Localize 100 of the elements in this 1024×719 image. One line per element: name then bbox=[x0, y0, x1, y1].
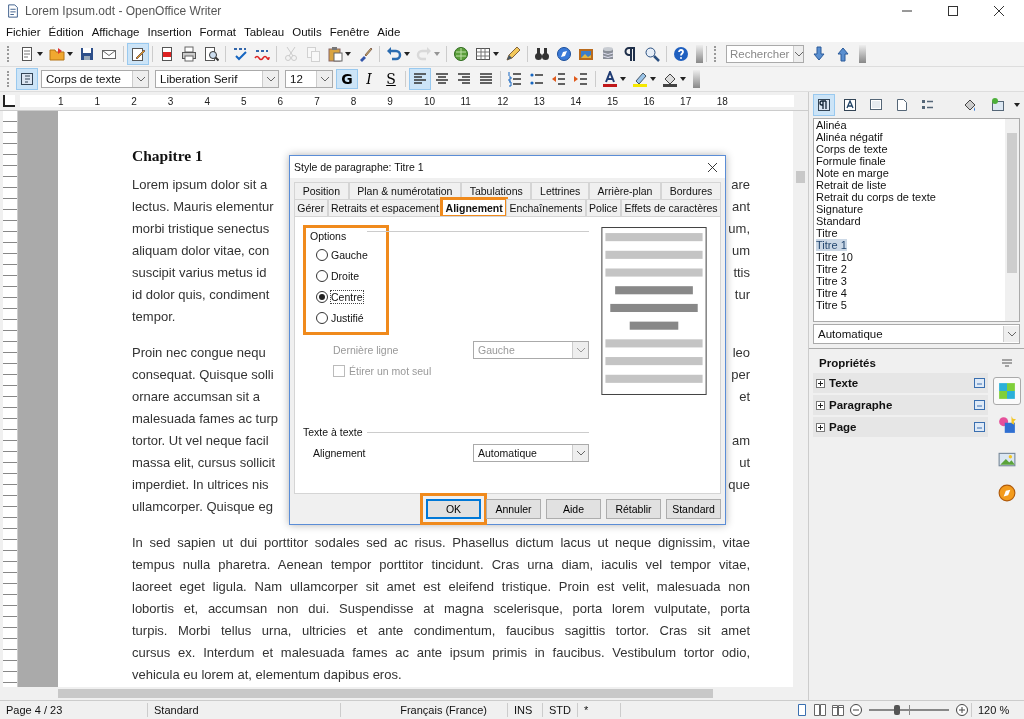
caret-icon[interactable] bbox=[680, 77, 686, 81]
dropdown-icon[interactable] bbox=[794, 51, 803, 57]
font-name-field[interactable]: Liberation Serif bbox=[155, 70, 279, 88]
style-filter-field[interactable]: Automatique bbox=[813, 324, 1020, 344]
caret-icon[interactable] bbox=[67, 52, 73, 56]
style-item[interactable]: Formule finale bbox=[814, 155, 1005, 167]
menu-item[interactable]: Affichage bbox=[87, 26, 144, 38]
style-item[interactable]: Standard bbox=[814, 215, 1005, 227]
panel-section-header[interactable]: Paragraphe bbox=[813, 395, 988, 415]
dropdown-icon[interactable] bbox=[576, 450, 585, 456]
paragraph-style-field[interactable]: Corps de texte bbox=[41, 70, 149, 88]
dialog-tab[interactable]: Alignement bbox=[442, 199, 507, 216]
style-item[interactable]: Titre 2 bbox=[814, 263, 1005, 275]
dialog-button[interactable]: Standard bbox=[666, 499, 721, 519]
menu-item[interactable]: Fichier bbox=[2, 26, 45, 38]
style-item[interactable]: Alinéa bbox=[814, 119, 1005, 131]
dialog-button[interactable]: Annuler bbox=[486, 499, 541, 519]
radio-option[interactable]: Justifié bbox=[310, 310, 382, 326]
dialog-tab[interactable]: Plan & numérotation bbox=[348, 182, 462, 199]
close-icon[interactable] bbox=[708, 162, 717, 172]
caret-icon[interactable] bbox=[620, 77, 626, 81]
panel-section-header[interactable]: Page bbox=[813, 417, 988, 437]
edit-document-button[interactable] bbox=[127, 43, 149, 65]
style-item[interactable]: Titre 10 bbox=[814, 251, 1005, 263]
radio-option[interactable]: Gauche bbox=[310, 247, 382, 263]
alignment-dropdown[interactable]: Automatique bbox=[473, 444, 589, 462]
more-options-icon[interactable] bbox=[974, 400, 985, 410]
caret-icon[interactable] bbox=[650, 77, 656, 81]
dropdown-icon[interactable] bbox=[320, 76, 329, 82]
more-options-icon[interactable] bbox=[974, 422, 985, 432]
style-item[interactable]: Titre 4 bbox=[814, 287, 1005, 299]
caret-icon[interactable] bbox=[1014, 103, 1020, 107]
style-item[interactable]: Corps de texte bbox=[814, 143, 1005, 155]
tab-stop-selector[interactable] bbox=[3, 95, 15, 107]
dropdown-icon[interactable] bbox=[266, 76, 275, 82]
dialog-tab[interactable]: Position bbox=[294, 182, 349, 199]
align-left-button[interactable] bbox=[409, 68, 431, 90]
arrow-up-icon[interactable] bbox=[835, 46, 851, 62]
font-size-field[interactable]: 12 bbox=[285, 70, 333, 88]
style-item[interactable]: Titre 5 bbox=[814, 299, 1005, 311]
menu-item[interactable]: Aide bbox=[373, 26, 405, 38]
caret-icon[interactable] bbox=[404, 52, 410, 56]
paragraph-styles-button[interactable] bbox=[813, 94, 835, 116]
two-page-view-icon[interactable] bbox=[814, 704, 826, 716]
menu-item[interactable]: Édition bbox=[44, 26, 88, 38]
italic-button[interactable]: I bbox=[358, 69, 380, 89]
dialog-tab[interactable]: Effets de caractères bbox=[621, 199, 721, 216]
book-view-icon[interactable] bbox=[832, 704, 844, 716]
zoom-out-icon[interactable] bbox=[850, 704, 862, 716]
style-item[interactable]: Titre 1 bbox=[814, 239, 1005, 251]
zoom-in-icon[interactable] bbox=[956, 704, 968, 716]
style-item[interactable]: Retrait de liste bbox=[814, 179, 1005, 191]
styles-button[interactable] bbox=[16, 68, 38, 90]
style-item[interactable]: Titre bbox=[814, 227, 1005, 239]
arrow-down-icon[interactable] bbox=[811, 46, 827, 62]
single-page-view-icon[interactable] bbox=[796, 704, 808, 716]
maximize-icon[interactable] bbox=[948, 6, 958, 16]
dialog-tab[interactable]: Gérer bbox=[294, 199, 328, 216]
menu-item[interactable]: Insertion bbox=[143, 26, 196, 38]
new-style-icon[interactable] bbox=[990, 97, 1006, 113]
menu-item[interactable]: Format bbox=[195, 26, 240, 38]
dropdown-icon[interactable] bbox=[136, 76, 145, 82]
menu-item[interactable]: Outils bbox=[288, 26, 326, 38]
dialog-tab[interactable]: Retraits et espacement bbox=[327, 199, 443, 216]
menu-item[interactable]: Fenêtre bbox=[325, 26, 374, 38]
dialog-tab[interactable]: Bordures bbox=[661, 182, 721, 199]
shadow-button[interactable]: S bbox=[380, 69, 402, 89]
toolbar-overflow-button[interactable] bbox=[859, 45, 866, 63]
style-item[interactable]: Titre 3 bbox=[814, 275, 1005, 287]
radio-option[interactable]: Droite bbox=[310, 268, 382, 284]
fill-format-icon[interactable] bbox=[962, 97, 978, 113]
search-field[interactable]: Rechercher bbox=[726, 45, 804, 63]
dialog-tab[interactable]: Police bbox=[585, 199, 622, 216]
close-icon[interactable] bbox=[994, 6, 1004, 16]
caret-icon[interactable] bbox=[345, 52, 351, 56]
dialog-button[interactable]: Aide bbox=[546, 499, 601, 519]
dialog-tab[interactable]: Tabulations bbox=[461, 182, 532, 199]
style-item[interactable]: Retrait du corps de texte bbox=[814, 191, 1005, 203]
style-item[interactable]: Note en marge bbox=[814, 167, 1005, 179]
dropdown-icon[interactable] bbox=[1007, 331, 1016, 337]
dialog-button[interactable]: Rétablir bbox=[606, 499, 661, 519]
expand-icon[interactable] bbox=[816, 422, 825, 432]
more-options-icon[interactable] bbox=[974, 378, 985, 388]
dialog-tab[interactable]: Arrière-plan bbox=[589, 182, 662, 199]
panel-section-header[interactable]: Texte bbox=[813, 373, 988, 393]
toolbar-overflow-button[interactable] bbox=[693, 70, 700, 88]
list-scrollbar[interactable] bbox=[1005, 119, 1019, 321]
caret-icon[interactable] bbox=[37, 52, 43, 56]
toolbar-overflow-button[interactable] bbox=[696, 45, 703, 63]
expand-icon[interactable] bbox=[816, 400, 825, 410]
slider-thumb[interactable] bbox=[894, 705, 900, 715]
dialog-tab[interactable]: Enchaînements bbox=[506, 199, 586, 216]
menu-item[interactable]: Tableau bbox=[239, 26, 289, 38]
dialog-tab[interactable]: Lettrines bbox=[531, 182, 589, 199]
style-item[interactable]: Signature bbox=[814, 203, 1005, 215]
bold-button[interactable]: G bbox=[336, 69, 358, 89]
style-item[interactable]: Alinéa négatif bbox=[814, 131, 1005, 143]
expand-icon[interactable] bbox=[816, 378, 825, 388]
radio-option[interactable]: Centre bbox=[310, 289, 382, 305]
caret-icon[interactable] bbox=[493, 52, 499, 56]
